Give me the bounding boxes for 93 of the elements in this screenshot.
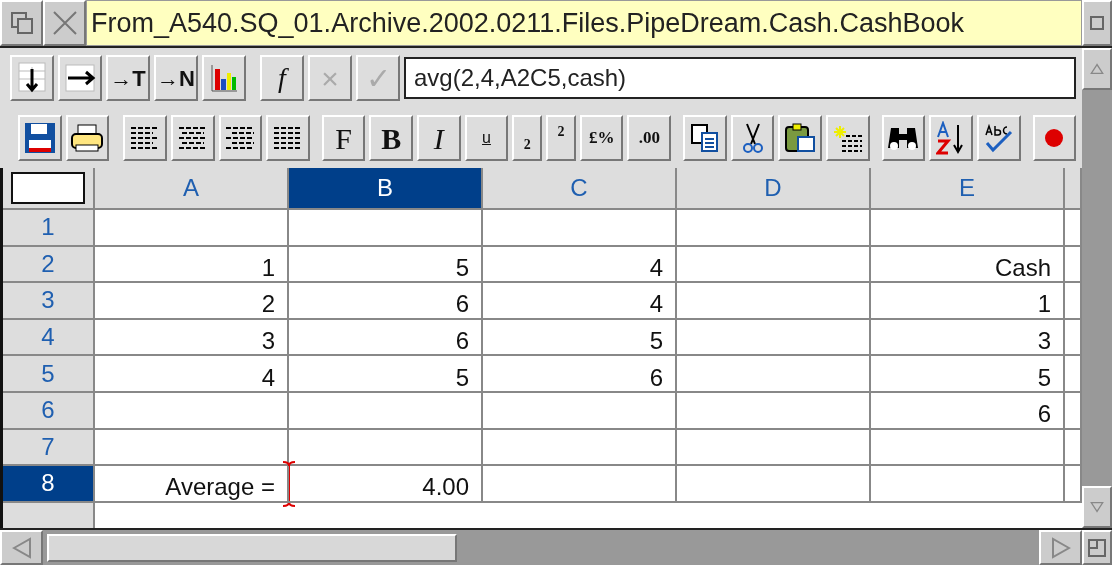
resize-icon: [1087, 537, 1107, 558]
right-arrow-icon: [1050, 536, 1071, 559]
spell-check-icon: [982, 123, 1015, 153]
scroll-right-button[interactable]: [1039, 530, 1082, 565]
printer-button[interactable]: [65, 115, 110, 161]
printer-icon: [70, 123, 105, 153]
table-cell: 1: [871, 283, 1065, 320]
row-header[interactable]: 6: [3, 392, 95, 430]
column-header[interactable]: C: [483, 168, 677, 210]
left-arrow-icon: [11, 536, 32, 559]
sparkle-lines-icon: [831, 124, 864, 152]
align-right-icon: [224, 125, 257, 151]
binoculars-button[interactable]: [881, 115, 926, 161]
format-button[interactable]: 2: [512, 115, 543, 161]
table-cell: 6: [483, 356, 677, 393]
align-center-button[interactable]: [170, 115, 215, 161]
save-icon: [23, 122, 56, 154]
save-button[interactable]: [18, 115, 62, 161]
tool-button[interactable]: →N: [154, 55, 198, 101]
table-cell: 4.00: [289, 466, 483, 503]
bar-chart-button[interactable]: [202, 55, 246, 101]
table-cell: 5: [871, 356, 1065, 393]
column-header[interactable]: [1065, 168, 1082, 210]
table-cell: 5: [483, 319, 677, 357]
sparkle-lines-button[interactable]: [826, 115, 870, 161]
align-right-button[interactable]: [218, 115, 263, 161]
paste-button[interactable]: [778, 115, 822, 161]
format-button[interactable]: 2: [546, 115, 576, 161]
sort-button[interactable]: [929, 115, 973, 161]
column-header[interactable]: B: [289, 168, 483, 210]
scroll-down-button[interactable]: [1082, 486, 1112, 528]
table-cell: 6: [871, 392, 1065, 430]
column-header[interactable]: A: [95, 168, 289, 210]
record-button[interactable]: [1032, 115, 1077, 161]
row-header[interactable]: 3: [3, 283, 95, 320]
table-cell: 6: [289, 283, 483, 320]
window-title: From_A540.SQ_01.Archive.2002.0211.Files.PipeDream.Cash.CashBook: [86, 0, 1082, 46]
table-cell: 6: [289, 319, 483, 357]
format-button[interactable]: I: [417, 115, 461, 161]
format-button[interactable]: .00: [627, 115, 672, 161]
table-cell: 3: [95, 319, 289, 357]
format-button[interactable]: £%: [579, 115, 624, 161]
row-header[interactable]: 8: [3, 466, 95, 503]
table-cell: Cash: [871, 246, 1065, 284]
close-icon: [51, 10, 78, 36]
table-cell: 5: [289, 246, 483, 284]
format-button[interactable]: F: [321, 115, 366, 161]
back-button[interactable]: [0, 0, 43, 46]
fill-down-button[interactable]: [10, 55, 54, 101]
fill-down-icon: [17, 61, 47, 95]
row-header[interactable]: 5: [3, 356, 95, 393]
bar-chart-icon: [209, 63, 239, 93]
formula-field[interactable]: avg(2,4,A2C5,cash): [404, 57, 1076, 99]
maximize-icon: [1089, 15, 1105, 31]
table-cell: 4: [483, 283, 677, 320]
copy-icon: [689, 123, 720, 153]
format-button[interactable]: B: [369, 115, 414, 161]
resize-button[interactable]: [1082, 530, 1112, 565]
row-header[interactable]: [3, 502, 95, 528]
column-header[interactable]: D: [677, 168, 871, 210]
row-header[interactable]: 2: [3, 246, 95, 284]
row-header[interactable]: 4: [3, 319, 95, 357]
row-header[interactable]: 7: [3, 429, 95, 467]
table-cell: 2: [95, 283, 289, 320]
vertical-scrollbar[interactable]: [1082, 90, 1112, 486]
scissors-button[interactable]: [730, 115, 775, 161]
copy-button[interactable]: [683, 115, 727, 161]
close-button[interactable]: [43, 0, 86, 46]
fill-right-icon: [64, 63, 96, 93]
paste-icon: [784, 122, 817, 154]
cell-reference-field[interactable]: [11, 172, 85, 204]
layers-icon: [9, 11, 34, 35]
scroll-up-button[interactable]: [1082, 48, 1112, 90]
table-cell: 1: [95, 246, 289, 284]
table-cell: 4: [483, 246, 677, 284]
table-cell: 4: [95, 356, 289, 393]
text-cursor-icon: [281, 460, 297, 508]
horizontal-scrollbar[interactable]: [43, 530, 1039, 565]
tool-button[interactable]: f: [260, 55, 304, 101]
spell-check-button[interactable]: [976, 115, 1021, 161]
tool-button[interactable]: →T: [106, 55, 150, 101]
column-header[interactable]: E: [871, 168, 1065, 210]
justify-button[interactable]: [266, 115, 310, 161]
table-cell: Average =: [95, 466, 289, 503]
scissors-icon: [740, 122, 765, 154]
format-button[interactable]: u: [464, 115, 509, 161]
toggle-size-button[interactable]: [1082, 0, 1112, 46]
table-cell: 3: [871, 319, 1065, 357]
scroll-left-button[interactable]: [0, 530, 43, 565]
table-cell: 5: [289, 356, 483, 393]
row-header[interactable]: 1: [3, 210, 95, 247]
fill-right-button[interactable]: [58, 55, 102, 101]
align-left-button[interactable]: [123, 115, 167, 161]
